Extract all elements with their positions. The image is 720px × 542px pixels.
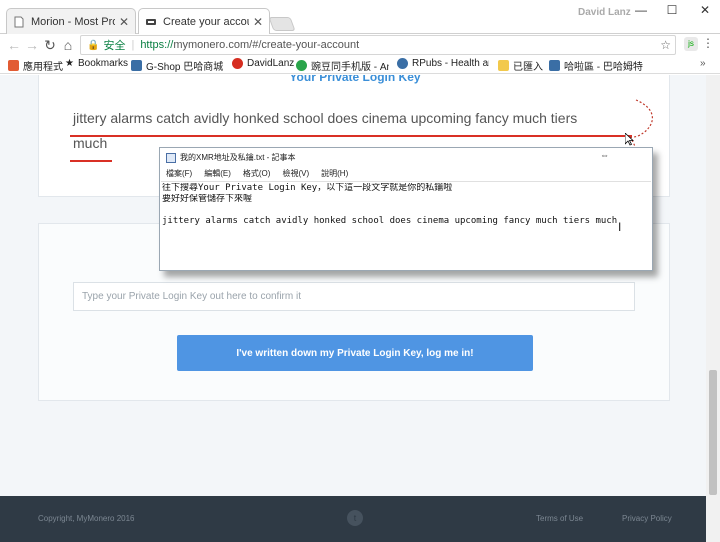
- bookmark-label: Bookmarks: [77, 58, 128, 69]
- tab-morion[interactable]: Morion - Most Profitab ✕: [6, 8, 136, 34]
- page-content: Your Private Login Key jittery alarms ca…: [0, 75, 706, 542]
- maximize-button[interactable]: ☐: [657, 2, 687, 18]
- bookmark-label: RPubs - Health and: [412, 58, 489, 69]
- browser-toolbar: ← → ↻ ⌂ 🔒 安全 | https:// mymonero.com/#/c…: [0, 34, 720, 56]
- tab-title: Morion - Most Profitab: [31, 15, 115, 28]
- bookmark-label: G-Shop 巴哈商城 - 巴: [146, 62, 223, 73]
- close-tab-icon[interactable]: ✕: [119, 15, 129, 29]
- bookmarks-bar: 應用程式 ★ Bookmarks G-Shop 巴哈商城 - 巴 DavidLa…: [0, 56, 720, 74]
- text-line: jittery alarms catch avidly honked schoo…: [162, 216, 618, 226]
- footer: Copyright, MyMonero 2016 t Terms of Use …: [0, 496, 706, 542]
- url-path: mymonero.com/#/create-your-account: [173, 39, 360, 51]
- address-bar[interactable]: 🔒 安全 | https:// mymonero.com/#/create-yo…: [80, 35, 676, 55]
- text-line: 要好好保管儲存下來喔: [162, 194, 253, 204]
- bookmark-label: 應用程式: [23, 62, 63, 73]
- bookmark-apps[interactable]: 應用程式: [8, 58, 63, 73]
- reload-icon[interactable]: ↻: [40, 35, 60, 55]
- bookmark-wandoujia[interactable]: 豌豆同手机版 - Andr: [296, 58, 389, 73]
- private-key-text: jittery alarms catch avidly honked schoo…: [73, 110, 578, 126]
- profile-name[interactable]: David Lanz: [578, 7, 631, 18]
- text-line: 往下搜尋Your Private Login Key，以下這一段文字就是你的私鑰…: [162, 183, 453, 193]
- notepad-text-area[interactable]: 往下搜尋Your Private Login Key，以下這一段文字就是你的私鑰…: [161, 181, 651, 269]
- notepad-window[interactable]: 我的XMR地址及私鑰.txt - 記事本 ⇔ 檔案(F) 編輯(E) 格式(O)…: [159, 147, 653, 271]
- confirm-key-input[interactable]: [73, 282, 635, 311]
- monero-icon: [145, 16, 157, 28]
- twitter-icon[interactable]: t: [347, 510, 363, 526]
- bahamut-icon: [549, 60, 560, 71]
- bookmark-star-icon[interactable]: ☆: [660, 38, 671, 52]
- url-scheme: https://: [140, 39, 174, 51]
- tab-create-account[interactable]: Create your account - ✕: [138, 8, 270, 34]
- apps-icon: [8, 60, 19, 71]
- bookmark-label: 豌豆同手机版 - Andr: [311, 62, 389, 73]
- menu-edit[interactable]: 編輯(E): [204, 168, 231, 179]
- privacy-link[interactable]: Privacy Policy: [622, 514, 672, 523]
- selection-underline: [70, 135, 632, 137]
- minimize-button[interactable]: —: [626, 2, 656, 18]
- notepad-menu-bar: 檔案(F) 編輯(E) 格式(O) 檢視(V) 說明(H): [166, 168, 360, 179]
- forward-arrow-icon[interactable]: →: [22, 35, 42, 55]
- copyright-text: Copyright, MyMonero 2016: [38, 514, 135, 523]
- text-cursor-icon: I: [618, 220, 622, 234]
- bookmark-rpubs[interactable]: RPubs - Health and: [397, 58, 489, 69]
- menu-view[interactable]: 檢視(V): [282, 168, 309, 179]
- bookmark-bookmarks[interactable]: ★ Bookmarks: [65, 58, 128, 69]
- text-line: [162, 205, 651, 216]
- pinterest-icon: [232, 58, 243, 69]
- home-icon[interactable]: ⌂: [58, 35, 78, 55]
- bookmark-label: DavidLanz: [247, 58, 295, 69]
- tab-title: Create your account -: [163, 15, 249, 28]
- lock-icon: 🔒: [87, 39, 100, 51]
- bookmark-label: 已匯入: [513, 62, 543, 73]
- mouse-pointer-icon: [624, 132, 635, 149]
- divider: |: [131, 39, 135, 51]
- folder-icon: [498, 60, 509, 71]
- wandoujia-icon: [296, 60, 307, 71]
- private-key-heading: Your Private Login Key: [289, 75, 421, 84]
- bookmark-hala[interactable]: 哈啦區 - 巴哈姆特: [549, 58, 643, 73]
- notepad-icon: [166, 152, 176, 163]
- menu-icon[interactable]: ⋮: [702, 36, 714, 50]
- bookmark-label: 哈啦區 - 巴哈姆特: [564, 62, 643, 73]
- bookmark-imported[interactable]: 已匯入: [498, 58, 543, 73]
- more-bookmarks-icon[interactable]: »: [700, 58, 706, 69]
- bookmark-davidlanz[interactable]: DavidLanz: [232, 58, 294, 69]
- browser-tab-strip: Morion - Most Profitab ✕ Create your acc…: [0, 0, 720, 34]
- menu-help[interactable]: 說明(H): [321, 168, 348, 179]
- close-window-button[interactable]: ✕: [690, 2, 720, 18]
- menu-format[interactable]: 格式(O): [243, 168, 271, 179]
- scrollbar-thumb[interactable]: [709, 370, 717, 495]
- rpubs-icon: [397, 58, 408, 69]
- secure-label: 安全: [103, 40, 126, 52]
- bahamut-icon: [131, 60, 142, 71]
- back-arrow-icon[interactable]: ←: [4, 35, 24, 55]
- star-icon: ★: [65, 58, 74, 69]
- page-icon: [13, 16, 25, 28]
- terms-link[interactable]: Terms of Use: [536, 514, 583, 523]
- resize-icon[interactable]: ⇔: [600, 150, 609, 160]
- selection-underline: [70, 160, 112, 162]
- menu-file[interactable]: 檔案(F): [166, 168, 192, 179]
- private-key-text-continued: much: [73, 135, 108, 151]
- notepad-title-bar[interactable]: 我的XMR地址及私鑰.txt - 記事本: [166, 152, 296, 163]
- extension-icon[interactable]: js: [684, 37, 698, 51]
- notepad-title: 我的XMR地址及私鑰.txt - 記事本: [180, 153, 296, 162]
- close-tab-icon[interactable]: ✕: [253, 15, 263, 29]
- bookmark-gshop[interactable]: G-Shop 巴哈商城 - 巴: [131, 58, 223, 73]
- new-tab-button[interactable]: [268, 17, 296, 31]
- login-button[interactable]: I've written down my Private Login Key, …: [177, 335, 533, 371]
